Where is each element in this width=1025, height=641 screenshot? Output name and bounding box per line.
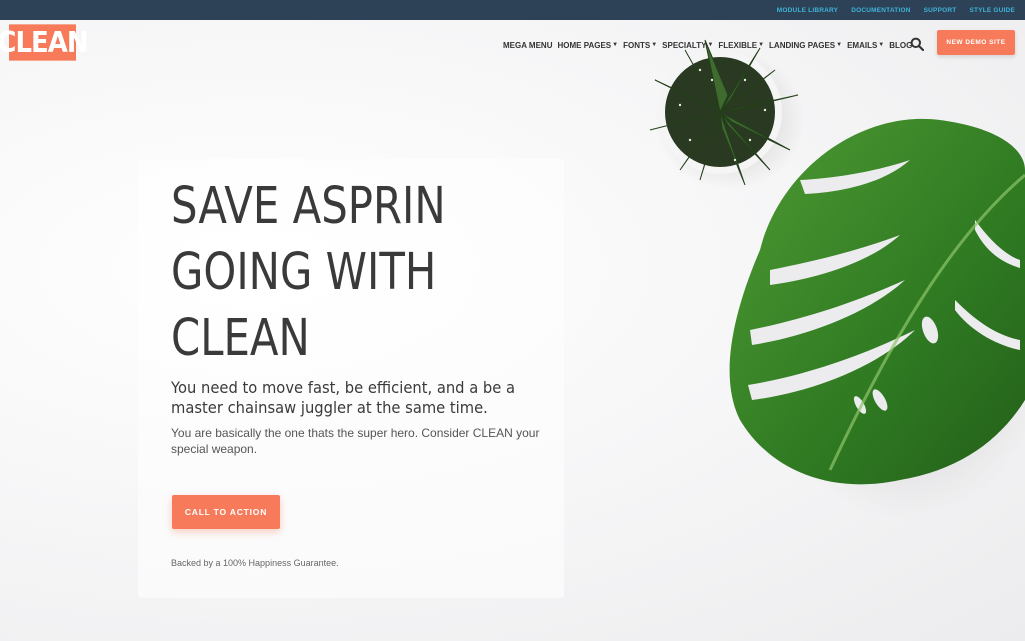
chevron-down-icon: ▼ <box>878 42 885 48</box>
nav-label: SPECIALTY <box>662 40 707 50</box>
nav-item-fonts[interactable]: FONTS ▼ <box>623 41 657 50</box>
guarantee-text: Backed by a 100% Happiness Guarantee. <box>171 558 339 568</box>
nav-item-mega-menu[interactable]: MEGA MENU <box>503 41 552 50</box>
chevron-down-icon: ▼ <box>651 42 658 48</box>
nav-label: EMAILS <box>847 40 878 50</box>
call-to-action-button[interactable]: CALL TO ACTION <box>172 495 280 529</box>
hero-subhead: You need to move fast, be efficient, and… <box>171 378 516 417</box>
nav-item-landing-pages[interactable]: LANDING PAGES ▼ <box>769 41 842 50</box>
utility-bar: MODULE LIBRARY DOCUMENTATION SUPPORT STY… <box>0 0 1025 20</box>
chevron-down-icon: ▼ <box>612 42 619 48</box>
logo[interactable]: CLEAN <box>0 24 89 61</box>
topbar-link-support[interactable]: SUPPORT <box>924 7 957 14</box>
topbar-link-module-library[interactable]: MODULE LIBRARY <box>777 7 838 14</box>
new-demo-site-button[interactable]: NEW DEMO SITE <box>937 30 1015 55</box>
nav-label: HOME PAGES <box>557 40 612 50</box>
nav-item-flexible[interactable]: FLEXIBLE ▼ <box>718 41 764 50</box>
nav-label: MEGA MENU <box>503 40 553 50</box>
topbar-link-documentation[interactable]: DOCUMENTATION <box>851 7 910 14</box>
nav-item-blog[interactable]: BLOG <box>889 41 912 50</box>
chevron-down-icon: ▼ <box>707 42 714 48</box>
nav-item-emails[interactable]: EMAILS ▼ <box>847 41 884 50</box>
topbar-link-style-guide[interactable]: STYLE GUIDE <box>969 7 1015 14</box>
hero-headline: SAVE ASPRIN GOING WITH CLEAN <box>171 177 446 368</box>
search-icon[interactable] <box>910 37 924 51</box>
hero-body: You are basically the one thats the supe… <box>171 426 540 456</box>
nav-item-home-pages[interactable]: HOME PAGES ▼ <box>557 41 618 50</box>
chevron-down-icon: ▼ <box>758 42 765 48</box>
nav-label: BLOG <box>889 40 913 50</box>
chevron-down-icon: ▼ <box>836 42 843 48</box>
nav-label: LANDING PAGES <box>769 40 836 50</box>
nav-label: FLEXIBLE <box>718 40 758 50</box>
nav-item-specialty[interactable]: SPECIALTY ▼ <box>662 41 713 50</box>
main-nav: MEGA MENU HOME PAGES ▼ FONTS ▼ SPECIALTY… <box>503 37 912 53</box>
nav-label: FONTS <box>623 40 651 50</box>
